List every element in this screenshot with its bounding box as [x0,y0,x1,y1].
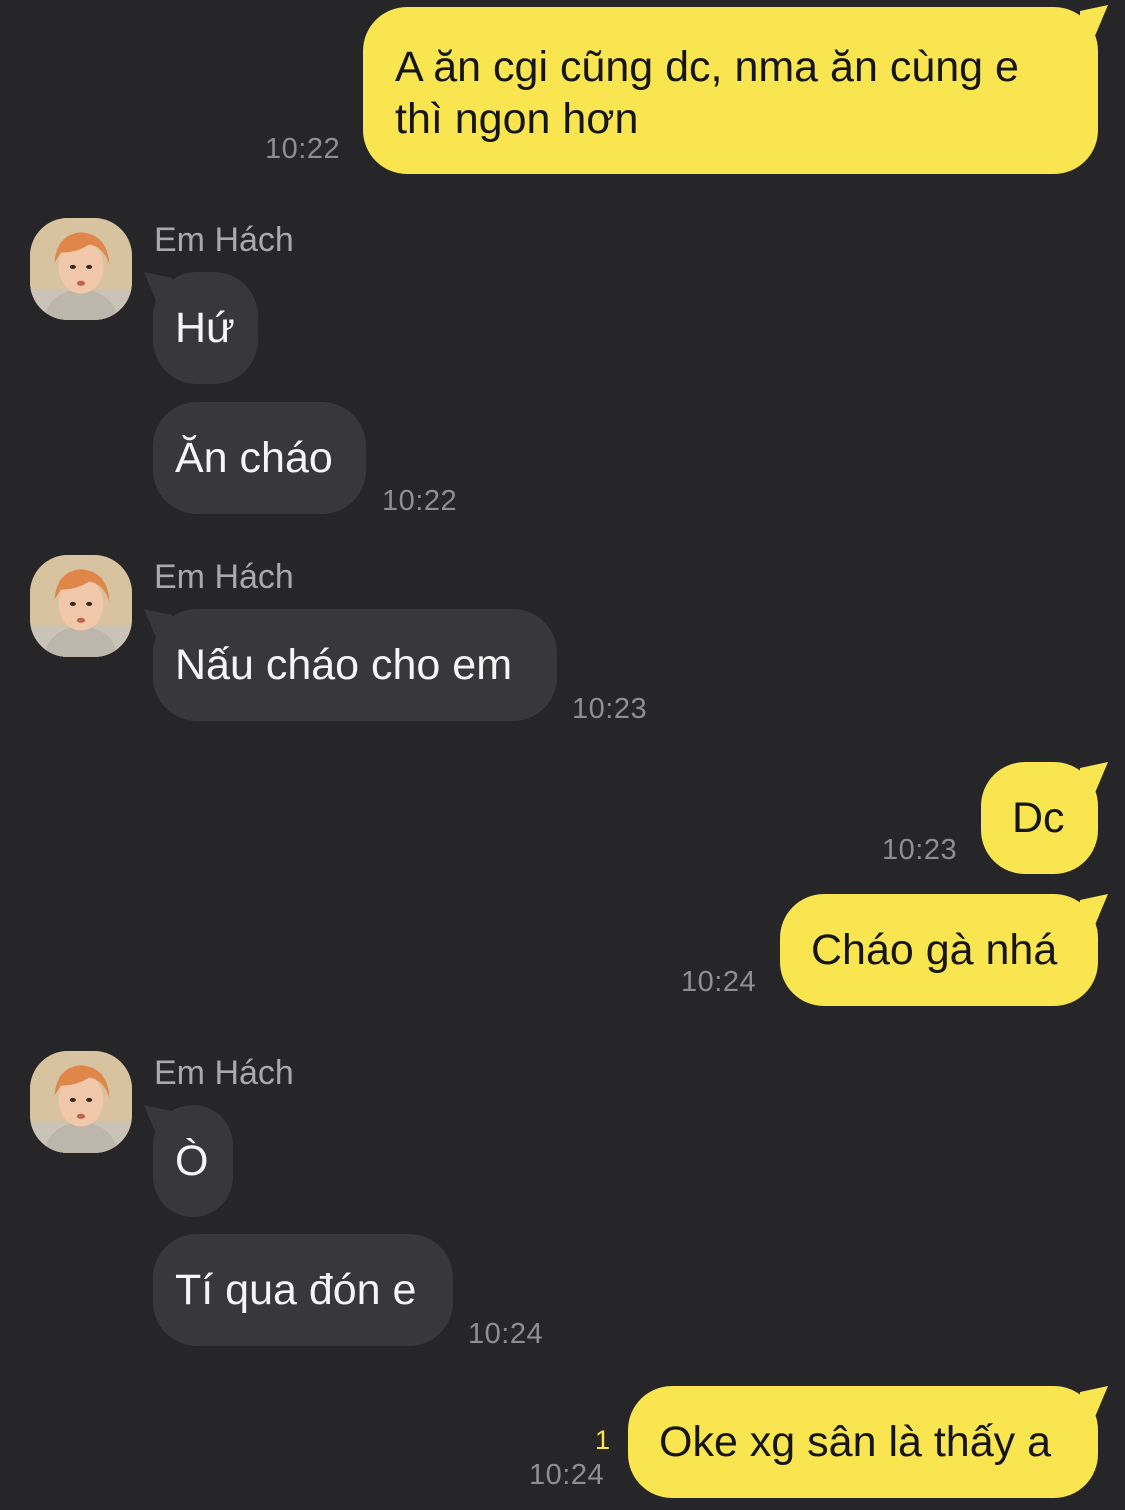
contact-avatar[interactable] [30,555,132,657]
message-text: Dc [1012,794,1065,842]
message-text: Cháo gà nhá [811,926,1058,974]
message-bubble-received[interactable]: Tí qua đón e [153,1234,453,1346]
message-text: Ăn cháo [175,434,333,482]
bubble-tail [1080,894,1108,924]
bubble-tail [1080,5,1108,35]
contact-avatar[interactable] [30,218,132,320]
message-bubble-sent[interactable]: A ăn cgi cũng dc, nma ăn cùng e thì ngon… [363,7,1098,174]
message-bubble-received[interactable]: Ò [153,1105,233,1217]
message-bubble-sent[interactable]: Oke xg sân là thấy a [628,1386,1098,1498]
message-timestamp: 10:24 [681,966,757,998]
bubble-tail [1080,762,1108,792]
message-timestamp: 10:23 [572,693,648,725]
message-text: A ăn cgi cũng dc, nma ăn cùng e thì ngon… [395,43,1019,143]
sender-name: Em Hách [154,1054,294,1092]
message-text: Nấu cháo cho em [175,641,513,689]
avatar-photo-icon [30,218,132,320]
sender-name: Em Hách [154,221,294,259]
message-timestamp: 10:22 [382,485,458,517]
message-timestamp: 10:23 [882,834,958,866]
message-text: Tí qua đón e [175,1266,417,1314]
message-bubble-received[interactable]: Ăn cháo [153,402,366,514]
message-text: Oke xg sân là thấy a [659,1418,1051,1466]
contact-avatar[interactable] [30,1051,132,1153]
unread-count: 1 [595,1425,611,1455]
message-bubble-received[interactable]: Nấu cháo cho em [153,609,557,721]
sender-name: Em Hách [154,558,294,596]
chat-thread[interactable]: A ăn cgi cũng dc, nma ăn cùng e thì ngon… [0,0,1125,1510]
message-bubble-received[interactable]: Hứ [153,272,258,384]
message-text: Hứ [175,304,235,352]
message-timestamp: 10:24 [529,1459,605,1491]
message-timestamp: 10:22 [265,133,341,165]
avatar-photo-icon [30,555,132,657]
avatar-photo-icon [30,1051,132,1153]
message-timestamp: 10:24 [468,1318,544,1350]
message-text: Ò [175,1137,209,1185]
bubble-tail [1080,1386,1108,1416]
message-bubble-sent[interactable]: Cháo gà nhá [780,894,1098,1006]
